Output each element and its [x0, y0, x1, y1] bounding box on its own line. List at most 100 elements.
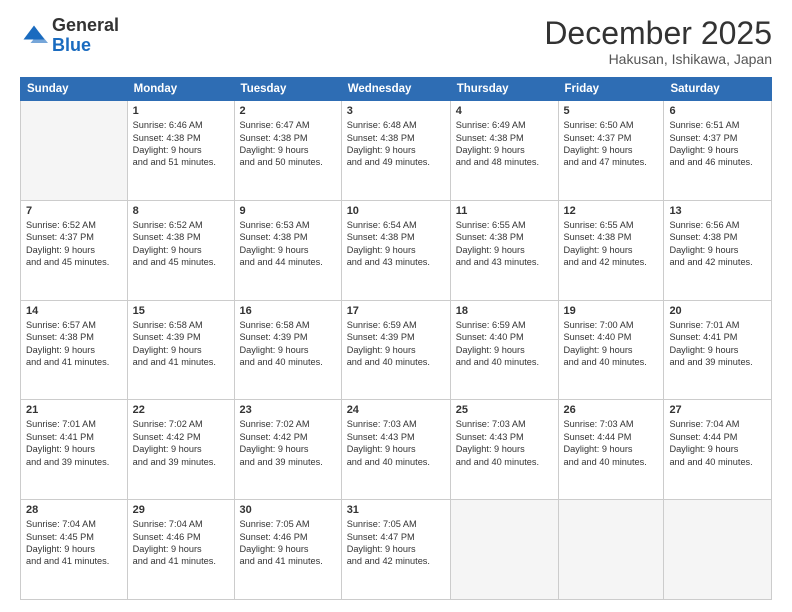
sunrise-text: Sunrise: 6:52 AM	[26, 219, 122, 231]
sunrise-text: Sunrise: 7:03 AM	[347, 418, 445, 430]
sunrise-text: Sunrise: 7:01 AM	[26, 418, 122, 430]
daylight-text-2: and and 49 minutes.	[347, 156, 445, 168]
sunset-text: Sunset: 4:47 PM	[347, 531, 445, 543]
daylight-text-2: and and 41 minutes.	[133, 356, 229, 368]
sunrise-text: Sunrise: 6:46 AM	[133, 119, 229, 131]
day-number: 17	[347, 305, 445, 317]
calendar-cell: 9Sunrise: 6:53 AMSunset: 4:38 PMDaylight…	[234, 200, 341, 300]
sunrise-text: Sunrise: 7:03 AM	[456, 418, 553, 430]
daylight-text-2: and and 41 minutes.	[133, 555, 229, 567]
sunrise-text: Sunrise: 6:57 AM	[26, 319, 122, 331]
sunrise-text: Sunrise: 7:02 AM	[133, 418, 229, 430]
main-title: December 2025	[544, 16, 772, 51]
daylight-text-1: Daylight: 9 hours	[133, 344, 229, 356]
day-number: 2	[240, 105, 336, 117]
calendar-cell: 30Sunrise: 7:05 AMSunset: 4:46 PMDayligh…	[234, 500, 341, 600]
daylight-text-2: and and 40 minutes.	[347, 456, 445, 468]
sunrise-text: Sunrise: 7:05 AM	[240, 518, 336, 530]
sunset-text: Sunset: 4:37 PM	[564, 132, 659, 144]
day-number: 23	[240, 404, 336, 416]
sunrise-text: Sunrise: 6:56 AM	[669, 219, 766, 231]
calendar-cell: 16Sunrise: 6:58 AMSunset: 4:39 PMDayligh…	[234, 300, 341, 400]
header: General Blue December 2025 Hakusan, Ishi…	[20, 16, 772, 67]
day-number: 3	[347, 105, 445, 117]
calendar-cell: 2Sunrise: 6:47 AMSunset: 4:38 PMDaylight…	[234, 101, 341, 201]
sunrise-text: Sunrise: 7:05 AM	[347, 518, 445, 530]
sunrise-text: Sunrise: 7:01 AM	[669, 319, 766, 331]
sunset-text: Sunset: 4:46 PM	[240, 531, 336, 543]
day-number: 8	[133, 205, 229, 217]
calendar-cell: 14Sunrise: 6:57 AMSunset: 4:38 PMDayligh…	[21, 300, 128, 400]
daylight-text-1: Daylight: 9 hours	[669, 144, 766, 156]
daylight-text-2: and and 51 minutes.	[133, 156, 229, 168]
daylight-text-1: Daylight: 9 hours	[26, 543, 122, 555]
day-number: 16	[240, 305, 336, 317]
daylight-text-1: Daylight: 9 hours	[240, 443, 336, 455]
daylight-text-2: and and 44 minutes.	[240, 256, 336, 268]
sunset-text: Sunset: 4:46 PM	[133, 531, 229, 543]
calendar-cell: 4Sunrise: 6:49 AMSunset: 4:38 PMDaylight…	[450, 101, 558, 201]
daylight-text-1: Daylight: 9 hours	[240, 543, 336, 555]
daylight-text-1: Daylight: 9 hours	[240, 144, 336, 156]
calendar-header-row: SundayMondayTuesdayWednesdayThursdayFrid…	[21, 78, 772, 101]
day-number: 21	[26, 404, 122, 416]
calendar-week-row: 7Sunrise: 6:52 AMSunset: 4:37 PMDaylight…	[21, 200, 772, 300]
sunset-text: Sunset: 4:38 PM	[347, 132, 445, 144]
sunset-text: Sunset: 4:39 PM	[133, 331, 229, 343]
day-number: 5	[564, 105, 659, 117]
day-number: 12	[564, 205, 659, 217]
sunrise-text: Sunrise: 6:59 AM	[456, 319, 553, 331]
daylight-text-2: and and 40 minutes.	[456, 356, 553, 368]
daylight-text-1: Daylight: 9 hours	[669, 443, 766, 455]
day-number: 28	[26, 504, 122, 516]
sunrise-text: Sunrise: 7:04 AM	[133, 518, 229, 530]
daylight-text-1: Daylight: 9 hours	[456, 443, 553, 455]
sunset-text: Sunset: 4:39 PM	[240, 331, 336, 343]
logo-text: General Blue	[52, 16, 119, 56]
sunset-text: Sunset: 4:40 PM	[456, 331, 553, 343]
calendar-cell: 21Sunrise: 7:01 AMSunset: 4:41 PMDayligh…	[21, 400, 128, 500]
day-number: 7	[26, 205, 122, 217]
calendar-day-header: Monday	[127, 78, 234, 101]
daylight-text-1: Daylight: 9 hours	[347, 543, 445, 555]
daylight-text-2: and and 40 minutes.	[564, 456, 659, 468]
daylight-text-2: and and 40 minutes.	[456, 456, 553, 468]
calendar-cell: 31Sunrise: 7:05 AMSunset: 4:47 PMDayligh…	[341, 500, 450, 600]
sunrise-text: Sunrise: 6:52 AM	[133, 219, 229, 231]
sunrise-text: Sunrise: 7:04 AM	[26, 518, 122, 530]
calendar-week-row: 28Sunrise: 7:04 AMSunset: 4:45 PMDayligh…	[21, 500, 772, 600]
daylight-text-1: Daylight: 9 hours	[240, 344, 336, 356]
daylight-text-1: Daylight: 9 hours	[456, 244, 553, 256]
calendar-cell	[450, 500, 558, 600]
sunrise-text: Sunrise: 6:50 AM	[564, 119, 659, 131]
sunset-text: Sunset: 4:43 PM	[347, 431, 445, 443]
sunset-text: Sunset: 4:44 PM	[564, 431, 659, 443]
sunrise-text: Sunrise: 7:03 AM	[564, 418, 659, 430]
day-number: 18	[456, 305, 553, 317]
daylight-text-2: and and 41 minutes.	[26, 555, 122, 567]
daylight-text-1: Daylight: 9 hours	[240, 244, 336, 256]
logo-area: General Blue	[20, 16, 119, 56]
sunset-text: Sunset: 4:42 PM	[240, 431, 336, 443]
day-number: 27	[669, 404, 766, 416]
daylight-text-1: Daylight: 9 hours	[26, 344, 122, 356]
daylight-text-2: and and 40 minutes.	[347, 356, 445, 368]
sunset-text: Sunset: 4:38 PM	[240, 132, 336, 144]
sunset-text: Sunset: 4:44 PM	[669, 431, 766, 443]
sunset-text: Sunset: 4:38 PM	[669, 231, 766, 243]
daylight-text-2: and and 45 minutes.	[133, 256, 229, 268]
calendar-cell: 15Sunrise: 6:58 AMSunset: 4:39 PMDayligh…	[127, 300, 234, 400]
daylight-text-1: Daylight: 9 hours	[26, 443, 122, 455]
day-number: 29	[133, 504, 229, 516]
day-number: 20	[669, 305, 766, 317]
daylight-text-1: Daylight: 9 hours	[347, 443, 445, 455]
calendar-cell: 5Sunrise: 6:50 AMSunset: 4:37 PMDaylight…	[558, 101, 664, 201]
calendar-cell: 27Sunrise: 7:04 AMSunset: 4:44 PMDayligh…	[664, 400, 772, 500]
sunrise-text: Sunrise: 6:54 AM	[347, 219, 445, 231]
calendar-cell: 3Sunrise: 6:48 AMSunset: 4:38 PMDaylight…	[341, 101, 450, 201]
daylight-text-1: Daylight: 9 hours	[133, 543, 229, 555]
daylight-text-1: Daylight: 9 hours	[347, 144, 445, 156]
day-number: 6	[669, 105, 766, 117]
calendar-cell: 1Sunrise: 6:46 AMSunset: 4:38 PMDaylight…	[127, 101, 234, 201]
calendar-cell: 7Sunrise: 6:52 AMSunset: 4:37 PMDaylight…	[21, 200, 128, 300]
